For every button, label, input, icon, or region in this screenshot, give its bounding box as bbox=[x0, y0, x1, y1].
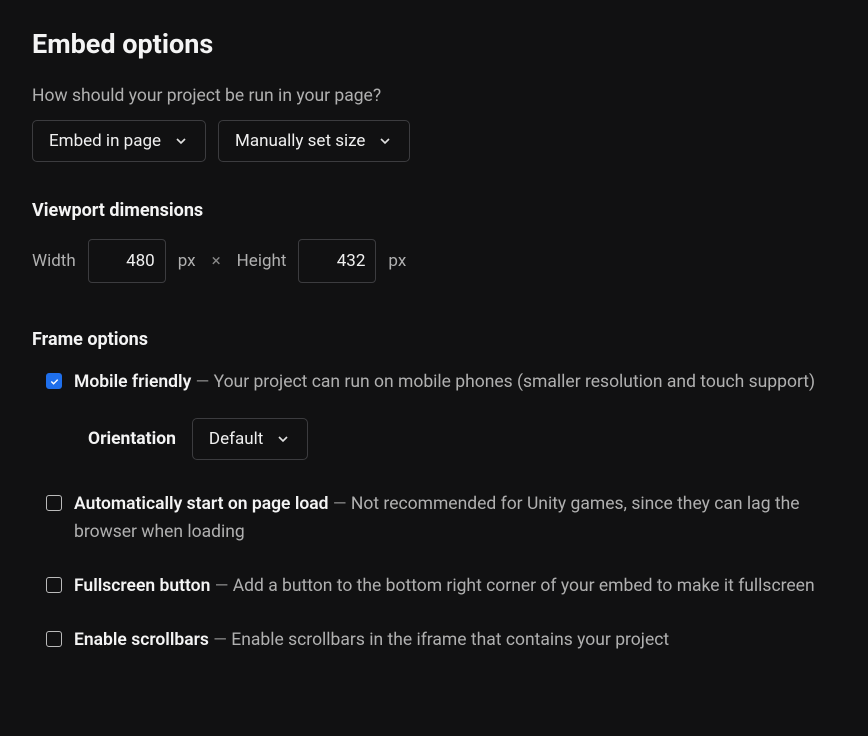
fullscreen-desc: Add a button to the bottom right corner … bbox=[233, 576, 815, 596]
mobile-friendly-label: Mobile friendly bbox=[74, 372, 191, 392]
mobile-friendly-desc: Your project can run on mobile phones (s… bbox=[214, 372, 816, 392]
viewport-dimensions: Width px × Height px bbox=[32, 239, 836, 283]
fullscreen-text: Fullscreen button — Add a button to the … bbox=[74, 572, 815, 600]
orientation-select[interactable]: Default bbox=[192, 418, 308, 460]
height-unit: px bbox=[388, 251, 406, 271]
autostart-text: Automatically start on page load — Not r… bbox=[74, 490, 836, 546]
scrollbars-label: Enable scrollbars bbox=[74, 630, 209, 650]
scrollbars-text: Enable scrollbars — Enable scrollbars in… bbox=[74, 626, 669, 654]
height-label: Height bbox=[237, 251, 287, 271]
orientation-value: Default bbox=[209, 429, 263, 449]
fullscreen-checkbox[interactable] bbox=[46, 577, 62, 593]
width-label: Width bbox=[32, 251, 76, 271]
mobile-friendly-option: Mobile friendly — Your project can run o… bbox=[32, 368, 836, 396]
width-unit: px bbox=[178, 251, 196, 271]
embed-prompt: How should your project be run in your p… bbox=[32, 86, 836, 106]
chevron-down-icon bbox=[173, 133, 189, 149]
height-input[interactable] bbox=[298, 239, 376, 283]
autostart-checkbox[interactable] bbox=[46, 495, 62, 511]
embed-mode-select[interactable]: Embed in page bbox=[32, 120, 206, 162]
times-separator: × bbox=[212, 251, 221, 271]
scrollbars-option: Enable scrollbars — Enable scrollbars in… bbox=[32, 626, 836, 654]
chevron-down-icon bbox=[377, 133, 393, 149]
autostart-label: Automatically start on page load bbox=[74, 494, 329, 514]
orientation-label: Orientation bbox=[88, 429, 176, 449]
fullscreen-label: Fullscreen button bbox=[74, 576, 210, 596]
embed-mode-value: Embed in page bbox=[49, 131, 161, 151]
chevron-down-icon bbox=[275, 431, 291, 447]
size-mode-select[interactable]: Manually set size bbox=[218, 120, 410, 162]
mobile-friendly-checkbox[interactable] bbox=[46, 373, 62, 389]
frame-header: Frame options bbox=[32, 329, 836, 350]
dropdown-row: Embed in page Manually set size bbox=[32, 120, 836, 162]
orientation-row: Orientation Default bbox=[32, 418, 836, 460]
autostart-option: Automatically start on page load — Not r… bbox=[32, 490, 836, 546]
page-title: Embed options bbox=[32, 28, 836, 60]
width-input[interactable] bbox=[88, 239, 166, 283]
fullscreen-option: Fullscreen button — Add a button to the … bbox=[32, 572, 836, 600]
scrollbars-desc: Enable scrollbars in the iframe that con… bbox=[231, 630, 669, 650]
scrollbars-checkbox[interactable] bbox=[46, 631, 62, 647]
size-mode-value: Manually set size bbox=[235, 131, 365, 151]
viewport-header: Viewport dimensions bbox=[32, 200, 836, 221]
mobile-friendly-text: Mobile friendly — Your project can run o… bbox=[74, 368, 815, 396]
